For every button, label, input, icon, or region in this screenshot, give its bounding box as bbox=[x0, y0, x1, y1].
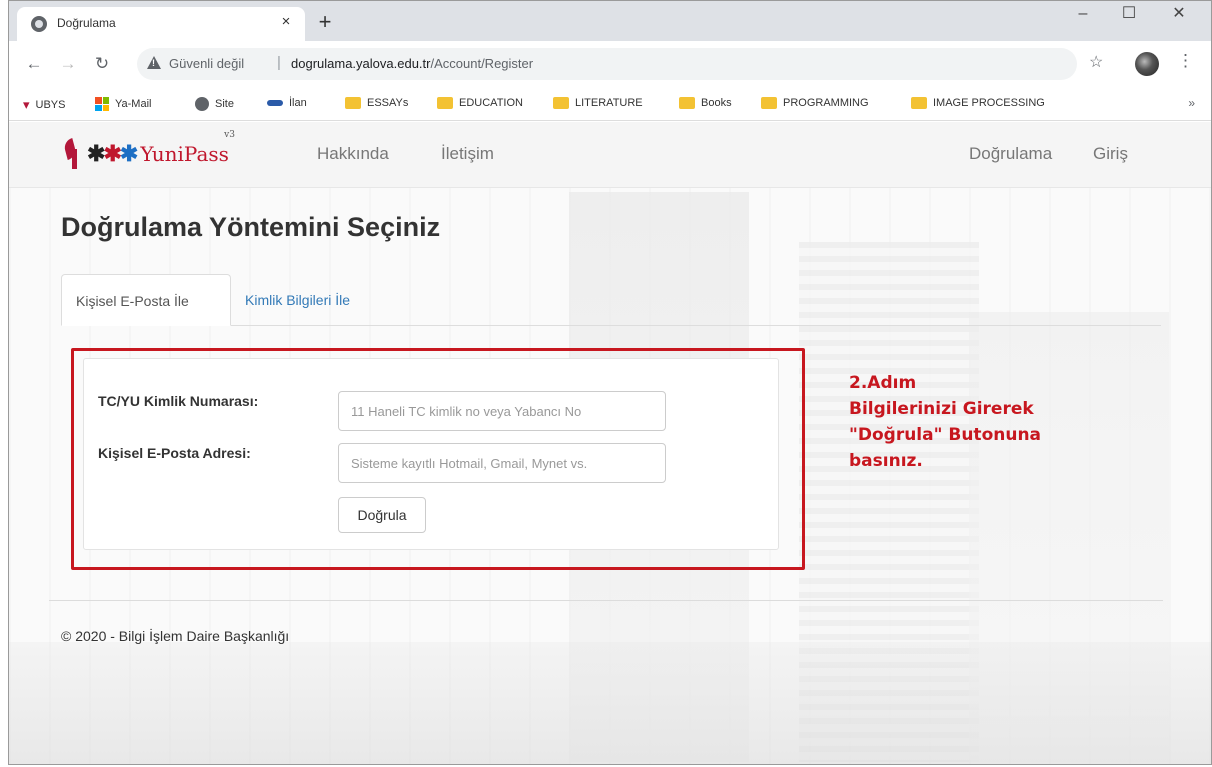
browser-tab[interactable]: Doğrulama × bbox=[17, 7, 305, 41]
address-separator: | bbox=[277, 54, 281, 71]
minimize-button[interactable]: – bbox=[1063, 1, 1103, 29]
bookmark-label: IMAGE PROCESSING bbox=[933, 97, 1045, 109]
bookmark-label: LITERATURE bbox=[575, 97, 643, 109]
url-path: /Account/Register bbox=[430, 56, 534, 71]
forward-arrow-icon[interactable]: → bbox=[57, 53, 79, 75]
globe-icon bbox=[31, 16, 47, 32]
yunipass-logo[interactable]: ✱✱✱ YuniPass v3 bbox=[65, 130, 235, 174]
bookmark-education[interactable]: EDUCATION bbox=[437, 97, 523, 109]
new-tab-button[interactable]: + bbox=[311, 9, 339, 37]
folder-icon bbox=[345, 97, 361, 109]
folder-icon bbox=[911, 97, 927, 109]
tab-strip: Doğrulama × + – ☐ ✕ bbox=[9, 1, 1211, 41]
bookmark-label: İlan bbox=[289, 97, 307, 109]
browser-toolbar: ← → ↻ Güvenli değil | dogrulama.yalova.e… bbox=[9, 41, 1211, 87]
method-tabs: Kişisel E-Posta İle Kimlik Bilgileri İle bbox=[61, 274, 1161, 326]
background-ground bbox=[9, 642, 1211, 764]
bookmark-label: Ya-Mail bbox=[115, 98, 152, 110]
bookmark-label: EDUCATION bbox=[459, 97, 523, 109]
globe-icon bbox=[195, 97, 209, 111]
folder-icon bbox=[679, 97, 695, 109]
bookmarks-overflow-icon[interactable]: » bbox=[1188, 96, 1195, 110]
asterisk-icons: ✱✱✱ bbox=[87, 141, 138, 166]
bookmark-ilan[interactable]: İlan bbox=[267, 97, 307, 109]
bookmark-programming[interactable]: PROGRAMMING bbox=[761, 97, 869, 109]
step-annotation: 2.Adım Bilgilerinizi Girerek "Doğrula" B… bbox=[849, 370, 1109, 474]
tab-kimlik-bilgileri[interactable]: Kimlik Bilgileri İle bbox=[231, 274, 364, 326]
footer-divider bbox=[49, 600, 1163, 601]
annotation-line: basınız. bbox=[849, 451, 923, 471]
site-navbar: ✱✱✱ YuniPass v3 Hakkında İletişim Doğrula… bbox=[9, 122, 1211, 188]
tab-kisisel-eposta[interactable]: Kişisel E-Posta İle bbox=[61, 274, 231, 326]
url-text[interactable]: dogrulama.yalova.edu.tr/Account/Register bbox=[291, 56, 533, 71]
bookmark-image-processing[interactable]: IMAGE PROCESSING bbox=[911, 97, 1045, 109]
microsoft-icon bbox=[95, 97, 109, 111]
folder-icon bbox=[553, 97, 569, 109]
brand-text: YuniPass bbox=[140, 142, 229, 166]
nav-link-hakkinda[interactable]: Hakkında bbox=[317, 144, 389, 164]
page-content: ✱✱✱ YuniPass v3 Hakkında İletişim Doğrula… bbox=[9, 122, 1211, 764]
bookmark-label: Books bbox=[701, 97, 732, 109]
annotation-line: "Doğrula" Butonuna bbox=[849, 425, 1042, 445]
bookmark-books[interactable]: Books bbox=[679, 97, 732, 109]
tab-title: Doğrulama bbox=[57, 16, 116, 30]
highlight-box bbox=[71, 348, 805, 570]
brand-name: YuniPass v3 bbox=[140, 130, 235, 166]
annotation-line: Bilgilerinizi Girerek bbox=[849, 399, 1034, 419]
warning-icon bbox=[147, 56, 161, 69]
nav-link-dogrulama[interactable]: Doğrulama bbox=[969, 144, 1052, 164]
reload-icon[interactable]: ↻ bbox=[91, 53, 113, 75]
close-window-button[interactable]: ✕ bbox=[1159, 1, 1199, 29]
url-host: dogrulama.yalova.edu.tr bbox=[291, 56, 431, 71]
bookmark-label: UBYS bbox=[35, 99, 66, 111]
bookmark-label: Site bbox=[215, 98, 234, 110]
bookmark-literature[interactable]: LITERATURE bbox=[553, 97, 643, 109]
nav-link-giris[interactable]: Giriş bbox=[1093, 144, 1128, 164]
browser-window: Doğrulama × + – ☐ ✕ ← → ↻ Güvenli değil … bbox=[8, 0, 1212, 765]
tab-close-button[interactable]: × bbox=[277, 13, 295, 31]
bookmark-essays[interactable]: ESSAYs bbox=[345, 97, 408, 109]
address-bar[interactable]: Güvenli değil | dogrulama.yalova.edu.tr/… bbox=[137, 48, 1077, 80]
bookmark-label: PROGRAMMING bbox=[783, 97, 869, 109]
bookmark-ubys[interactable]: ▾ UBYS bbox=[23, 97, 66, 113]
bookmarks-bar: ▾ UBYS Ya-Mail Site İlan ESSAYs EDUCATION… bbox=[9, 87, 1211, 121]
kebab-menu-icon[interactable]: ⋮ bbox=[1177, 51, 1194, 71]
bookmark-label: ESSAYs bbox=[367, 97, 409, 109]
tulip-icon bbox=[65, 139, 81, 169]
back-arrow-icon[interactable]: ← bbox=[23, 53, 45, 75]
folder-icon bbox=[761, 97, 777, 109]
bookmark-ya-mail[interactable]: Ya-Mail bbox=[95, 97, 151, 111]
nav-link-iletisim[interactable]: İletişim bbox=[441, 144, 494, 164]
security-label[interactable]: Güvenli değil bbox=[169, 56, 244, 71]
page-title: Doğrulama Yöntemini Seçiniz bbox=[61, 212, 441, 242]
ilan-icon bbox=[267, 100, 283, 106]
bookmark-site[interactable]: Site bbox=[195, 97, 234, 111]
ubys-icon: ▾ bbox=[23, 97, 30, 112]
maximize-button[interactable]: ☐ bbox=[1109, 1, 1149, 29]
brand-version: v3 bbox=[224, 130, 235, 140]
profile-avatar[interactable] bbox=[1135, 52, 1159, 76]
footer-text: © 2020 - Bilgi İşlem Daire Başkanlığı bbox=[61, 628, 290, 644]
annotation-line: 2.Adım bbox=[849, 373, 917, 393]
bookmark-star-icon[interactable]: ☆ bbox=[1089, 52, 1103, 72]
folder-icon bbox=[437, 97, 453, 109]
